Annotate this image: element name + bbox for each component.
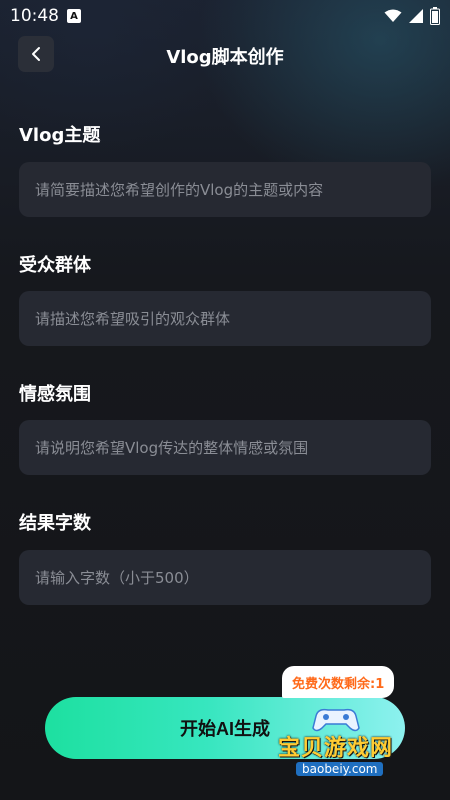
field-label-audience: 受众群体 (19, 255, 91, 276)
word-count-input[interactable] (19, 550, 431, 605)
signal-icon (409, 9, 423, 23)
field-label-mood: 情感氛围 (19, 384, 91, 405)
watermark: 宝贝游戏网 baobeiy.com (278, 700, 438, 780)
generate-button-label: 开始AI生成 (180, 719, 270, 739)
watermark-url: baobeiy.com (296, 762, 384, 776)
mood-input[interactable] (19, 420, 431, 475)
audience-input[interactable] (19, 291, 431, 346)
field-label-word-count: 结果字数 (19, 513, 91, 534)
topic-input[interactable] (19, 162, 431, 217)
page-title: Vlog脚本创作 (166, 47, 284, 68)
status-icons (384, 7, 440, 25)
notification-badge: A (67, 9, 81, 23)
free-uses-badge: 免费次数剩余:1 (282, 666, 395, 698)
wifi-icon (384, 9, 402, 22)
field-label-topic: Vlog主题 (19, 125, 101, 146)
header: Vlog脚本创作 (0, 34, 450, 74)
watermark-title: 宝贝游戏网 (278, 736, 394, 761)
status-bar: 10:48 A (0, 0, 450, 34)
status-time: 10:48 (10, 6, 59, 26)
battery-icon (430, 7, 440, 25)
